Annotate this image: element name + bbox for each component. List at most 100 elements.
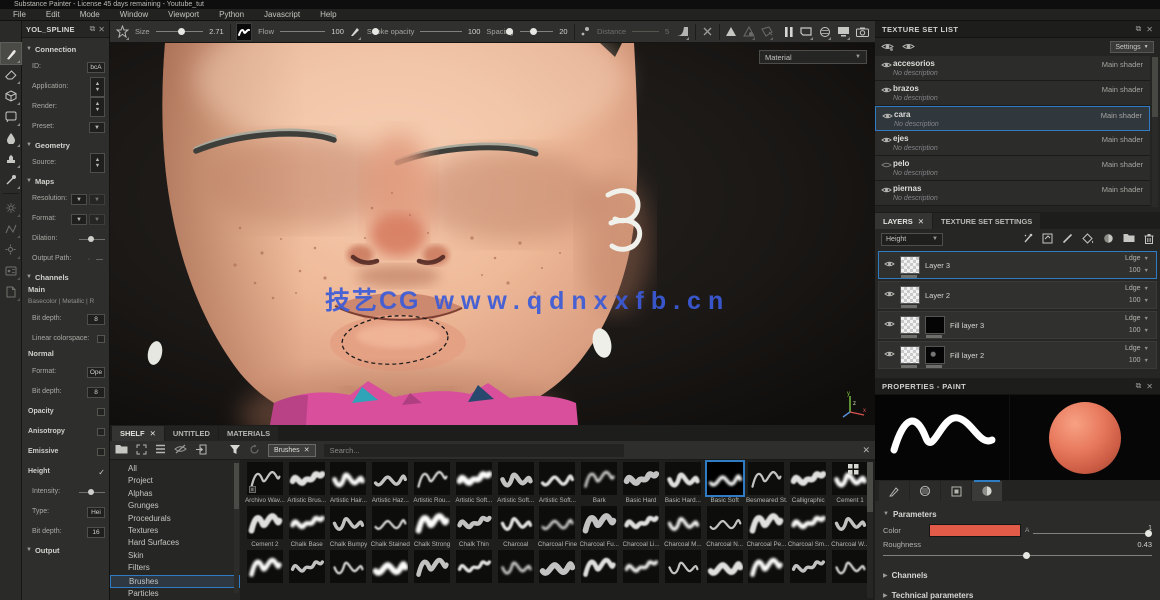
layer-name[interactable]: Fill layer 3 xyxy=(950,321,984,330)
layer-thumbnail[interactable] xyxy=(900,286,920,304)
brush-item[interactable] xyxy=(328,550,370,594)
brush-item-artistic-soft[interactable]: Artistic Soft... xyxy=(495,462,537,506)
layer-opacity-dropdown[interactable]: 100▼ xyxy=(1125,325,1149,337)
brush-item-charcoal-pe[interactable]: Charcoal Pe... xyxy=(746,506,788,550)
tab-brush[interactable] xyxy=(879,481,909,501)
menu-item-python[interactable]: Python xyxy=(210,9,253,21)
visibility-eye-icon[interactable] xyxy=(881,161,892,171)
visibility-eye-icon[interactable] xyxy=(881,61,892,71)
camera-icon[interactable] xyxy=(856,24,869,40)
brush-item-bark[interactable]: Bark xyxy=(578,462,620,506)
shelf-category-particles[interactable]: Particles xyxy=(110,588,240,600)
polygon-fill-tool[interactable] xyxy=(1,106,21,127)
layer-row-fill-layer-3[interactable]: Fill layer 3 Ldge▼100▼ xyxy=(878,311,1157,339)
grid-scrollbar[interactable] xyxy=(867,462,873,598)
brush-item-cement-2[interactable]: Cement 2 xyxy=(244,506,286,550)
add-effect-icon[interactable] xyxy=(1023,233,1033,246)
brush-item-charcoal-fine[interactable]: Charcoal Fine xyxy=(537,506,579,550)
technical-section-header[interactable]: ▶Technical parameters xyxy=(883,588,1152,600)
layer-thumbnail[interactable] xyxy=(900,346,920,364)
menu-item-edit[interactable]: Edit xyxy=(37,9,69,21)
spacing-slider[interactable] xyxy=(520,31,554,32)
visibility-eye-icon[interactable] xyxy=(881,86,892,96)
field-id[interactable]: ID:bcA xyxy=(26,57,105,77)
paint-brush-tool[interactable] xyxy=(1,43,21,64)
field-bitdepth[interactable]: Bit depth:8 xyxy=(26,309,105,329)
brush-item-basic-hard[interactable]: Basic Hard... xyxy=(662,462,704,506)
brush-item-artistic-haz[interactable]: Artistic Haz... xyxy=(369,462,411,506)
brush-item-chalk-strong[interactable]: Chalk Strong xyxy=(411,506,453,550)
channel-toggle-emissive[interactable]: Emissive xyxy=(26,442,105,462)
visibility-eye-icon[interactable] xyxy=(884,290,895,300)
shelf-tab-materials[interactable]: MATERIALS xyxy=(219,426,278,441)
layer-row-fill-layer-2[interactable]: Fill layer 2Ldge▼100▼ xyxy=(878,341,1157,369)
close-panel-icon[interactable]: ✕ xyxy=(1146,382,1153,391)
field-format[interactable]: Format:Ope xyxy=(26,362,105,382)
distance-slider[interactable] xyxy=(632,31,659,32)
settings-dropdown[interactable]: Settings ▼ xyxy=(1110,41,1154,53)
brush-preview-icon[interactable] xyxy=(236,23,252,41)
channel-filter-dropdown[interactable]: Height ▼ xyxy=(881,233,943,246)
projection-tool[interactable] xyxy=(1,85,21,106)
lasso-icon[interactable] xyxy=(761,24,773,40)
show-all-eye-icon[interactable] xyxy=(881,42,894,53)
shelf-category-brushes[interactable]: Brushes xyxy=(110,575,240,588)
field-bitdepth[interactable]: Bit depth:8 xyxy=(26,382,105,402)
brush-item-artistic-brus[interactable]: Artistic Brus... xyxy=(286,462,328,506)
texture-set-row-pelo[interactable]: peloMain shaderNo description xyxy=(875,156,1150,181)
section-maps[interactable]: ▼Maps xyxy=(26,173,105,189)
field-dilation[interactable]: Dilation: xyxy=(26,229,105,249)
menu-item-help[interactable]: Help xyxy=(311,9,345,21)
shelf-category-hard-surfaces[interactable]: Hard Surfaces xyxy=(110,537,240,549)
shelf-category-procedurals[interactable]: Procedurals xyxy=(110,513,240,525)
field-intensity[interactable]: Intensity: xyxy=(26,482,105,502)
brush-tip-icon[interactable] xyxy=(350,24,361,40)
clone-tool[interactable] xyxy=(1,148,21,169)
brush-item-chalk-stained[interactable]: Chalk Stained xyxy=(369,506,411,550)
brush-item-artistic-rou[interactable]: Artistic Rou... xyxy=(411,462,453,506)
brush-item-charcoal-m[interactable]: Charcoal M... xyxy=(662,506,704,550)
blend-mode-dropdown[interactable]: Ldge▼ xyxy=(1125,313,1149,325)
field-resolution[interactable]: Resolution:▼▼ xyxy=(26,189,105,209)
size-slider[interactable] xyxy=(156,31,204,32)
texture-set-row-accesorios[interactable]: accesoriosMain shaderNo description xyxy=(875,56,1150,81)
material-mode-icon[interactable] xyxy=(819,24,831,40)
material-picker-tool[interactable] xyxy=(1,169,21,190)
brush-item[interactable] xyxy=(662,550,704,594)
folder-icon[interactable] xyxy=(115,444,128,456)
viewport-mode-icon[interactable] xyxy=(799,24,813,40)
brush-item[interactable] xyxy=(411,550,453,594)
section-connection[interactable]: ▼Connection xyxy=(26,41,105,57)
layer-mask-thumbnail[interactable] xyxy=(925,316,945,334)
grid-view-icon[interactable] xyxy=(848,464,859,477)
channels-section-header[interactable]: ▶Channels xyxy=(883,568,1152,582)
field-source[interactable]: Source:▲▼ xyxy=(26,153,105,173)
shelf-tab-shelf[interactable]: SHELF✕ xyxy=(112,426,164,441)
alpha-slider[interactable] xyxy=(1033,533,1152,534)
shelf-category-filters[interactable]: Filters xyxy=(110,562,240,574)
import-resources-icon[interactable] xyxy=(195,444,207,457)
brush-item[interactable] xyxy=(829,550,871,594)
texture-set-scrollbar[interactable] xyxy=(1152,57,1158,207)
layer-name[interactable]: Layer 2 xyxy=(925,291,950,300)
layer-opacity-dropdown[interactable]: 100▼ xyxy=(1125,355,1149,367)
gear-tool[interactable] xyxy=(1,239,21,260)
brush-item[interactable] xyxy=(286,550,328,594)
add-fill-layer-icon[interactable] xyxy=(1082,233,1094,246)
chip-close-icon[interactable]: ✕ xyxy=(304,446,310,454)
shelf-category-all[interactable]: All xyxy=(110,463,240,475)
brush-item[interactable] xyxy=(704,550,746,594)
scatter-icon[interactable] xyxy=(580,24,591,40)
viewport-material-dropdown[interactable]: Material ▼ xyxy=(759,50,867,64)
tab-stencil[interactable] xyxy=(941,481,971,501)
section-channels[interactable]: ▼Channels xyxy=(26,269,105,285)
category-scrollbar[interactable] xyxy=(234,463,239,593)
filter-icon[interactable] xyxy=(229,444,241,457)
brush-item-chalk-thin[interactable]: Chalk Thin xyxy=(453,506,495,550)
field-preset[interactable]: Preset:▼ xyxy=(26,117,105,137)
filter-chip-brushes[interactable]: Brushes ✕ xyxy=(268,444,316,457)
particles-tool[interactable] xyxy=(1,197,21,218)
tab-close-icon[interactable]: ✕ xyxy=(918,217,924,226)
tab-layers[interactable]: LAYERS ✕ xyxy=(875,213,932,229)
add-smart-layer-icon[interactable] xyxy=(1042,233,1053,246)
